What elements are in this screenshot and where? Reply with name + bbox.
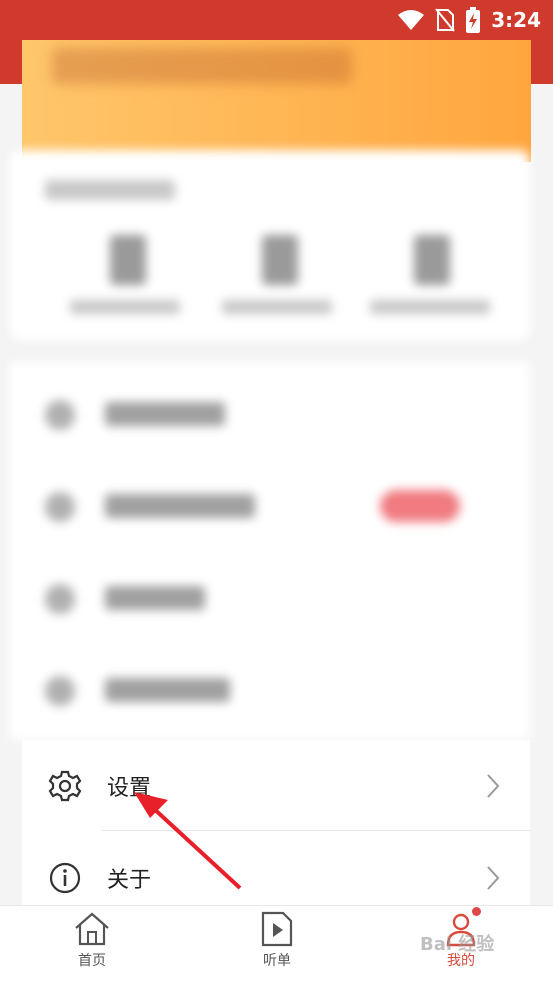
settings-label: 设置 [107, 776, 152, 801]
tab-home-label: 首页 [78, 953, 106, 969]
no-sim-icon [435, 8, 456, 32]
info-icon [49, 862, 81, 894]
divider [102, 830, 530, 831]
settings-row[interactable]: 设置 [22, 740, 530, 832]
chevron-right-icon [487, 774, 500, 798]
banner-blurred-text [52, 48, 352, 84]
notification-dot [472, 907, 481, 916]
tab-playlist[interactable]: 听单 [207, 906, 347, 984]
chevron-right-icon [487, 866, 500, 890]
home-icon [75, 912, 109, 946]
wifi-icon [398, 10, 425, 30]
battery-charging-icon [466, 7, 481, 33]
tab-home[interactable]: 首页 [22, 906, 162, 984]
blurred-list [10, 362, 530, 740]
status-time: 3:24 [491, 8, 541, 32]
gear-icon [48, 770, 82, 802]
play-list-icon [261, 911, 293, 947]
status-icons: 3:24 [397, 6, 541, 34]
status-bar: 3:24 [0, 0, 553, 40]
blurred-content [0, 140, 553, 740]
tab-playlist-label: 听单 [263, 953, 291, 969]
menu-card: 设置 关于 [22, 740, 530, 910]
watermark: Bai 经验 [420, 934, 495, 955]
blurred-stats-card [10, 150, 530, 340]
about-label: 关于 [107, 868, 152, 893]
